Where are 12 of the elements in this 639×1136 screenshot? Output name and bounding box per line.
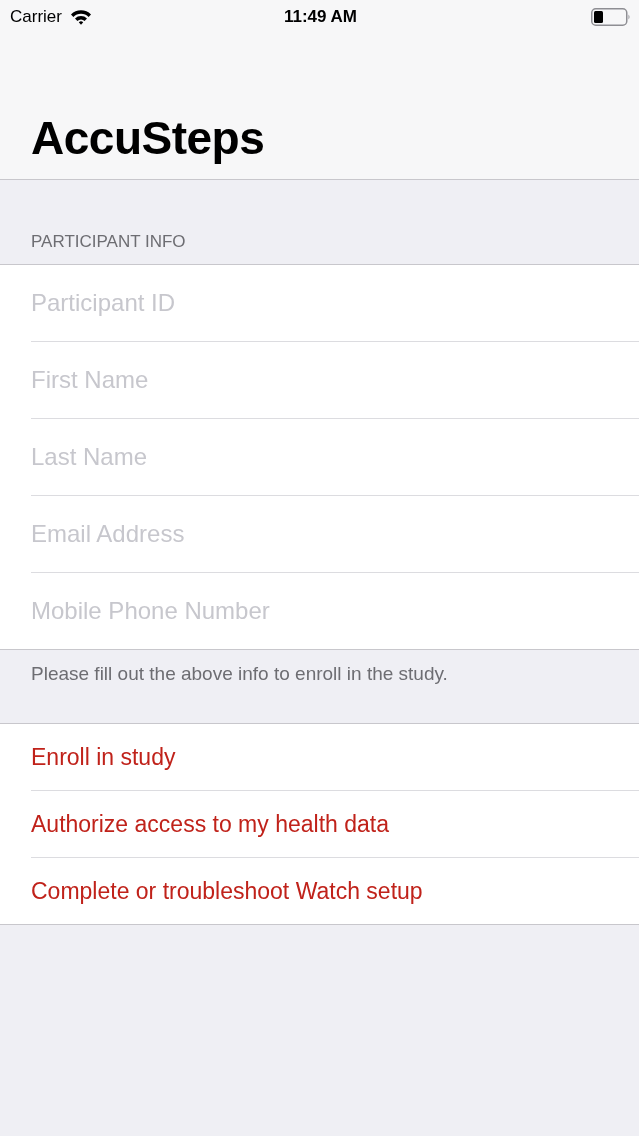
section-footer: Please fill out the above info to enroll in the study.	[0, 650, 639, 723]
input-field[interactable]: Email Address	[0, 496, 639, 572]
status-time: 11:49 AM	[283, 7, 358, 27]
input-field[interactable]: Participant ID	[0, 265, 639, 341]
input-field[interactable]: Last Name	[0, 419, 639, 495]
carrier-label: Carrier	[10, 7, 62, 27]
wifi-icon	[69, 9, 92, 25]
battery-icon	[591, 8, 631, 26]
input-field[interactable]: First Name	[0, 342, 639, 418]
input-field[interactable]: Mobile Phone Number	[0, 573, 639, 649]
section-header: PARTICIPANT INFO	[30, 231, 187, 253]
page-title: AccuSteps	[30, 111, 266, 166]
